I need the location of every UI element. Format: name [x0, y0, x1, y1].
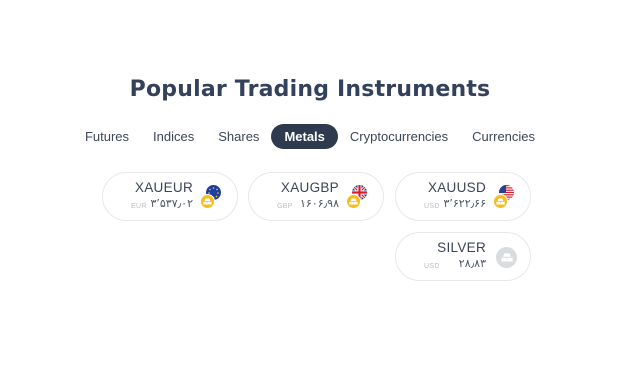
instrument-category-tabs: Futures Indices Shares Metals Cryptocurr… — [0, 124, 620, 149]
tab-futures[interactable]: Futures — [73, 124, 141, 149]
instrument-symbol: XAUEUR — [134, 180, 193, 195]
instrument-price: ۳٬۶۲۲٫۶۶ — [443, 197, 486, 210]
instrument-currency: EUR — [131, 203, 147, 210]
instrument-price: ۲۸٫۸۳ — [458, 257, 486, 270]
silver-bar-icon — [496, 247, 517, 268]
instrument-symbol: SILVER — [437, 240, 486, 255]
instrument-card-xaugbp[interactable]: XAUGBP GBP ۱۶۰۶٫۹۸ — [248, 172, 384, 221]
instrument-currency: USD — [424, 203, 440, 210]
instrument-card-silver[interactable]: SILVER USD ۲۸٫۸۳ — [395, 232, 531, 281]
instrument-currency: GBP — [277, 203, 293, 210]
instrument-symbol: XAUGBP — [280, 180, 339, 195]
instrument-currency: USD — [424, 263, 440, 270]
instrument-card-xaueur[interactable]: XAUEUR EUR ۳٬۵۳۷٫۰۲ — [102, 172, 238, 221]
page-title: Popular Trading Instruments — [129, 77, 491, 102]
tab-shares[interactable]: Shares — [206, 124, 271, 149]
gold-bar-icon — [200, 194, 215, 209]
gold-bar-icon — [346, 194, 361, 209]
tab-currencies[interactable]: Currencies — [460, 124, 547, 149]
instrument-symbol: XAUUSD — [427, 180, 486, 195]
tab-cryptocurrencies[interactable]: Cryptocurrencies — [338, 124, 460, 149]
gold-bar-icon — [493, 194, 508, 209]
tab-metals[interactable]: Metals — [271, 124, 338, 149]
tab-indices[interactable]: Indices — [141, 124, 206, 149]
instrument-card-xauusd[interactable]: XAUUSD USD ۳٬۶۲۲٫۶۶ — [395, 172, 531, 221]
instrument-price: ۱۶۰۶٫۹۸ — [299, 197, 339, 210]
instrument-price: ۳٬۵۳۷٫۰۲ — [150, 197, 193, 210]
